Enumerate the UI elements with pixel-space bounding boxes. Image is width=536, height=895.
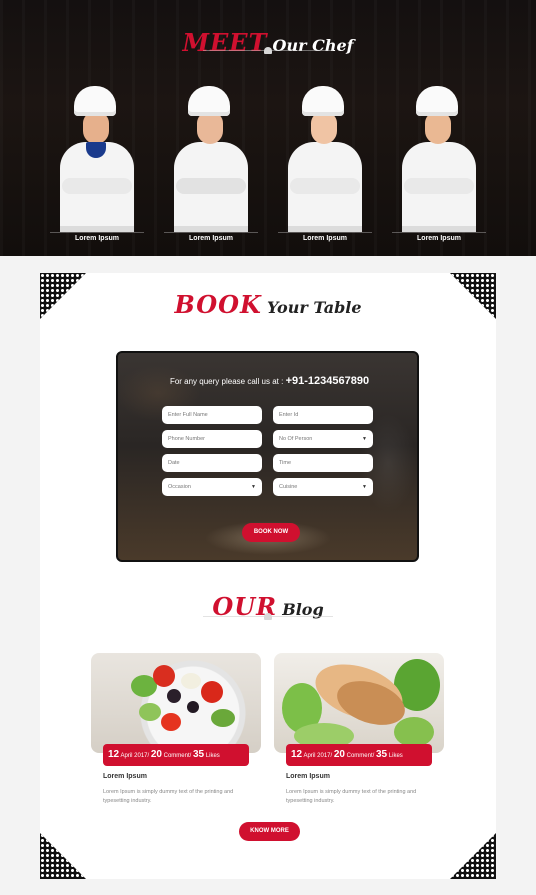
chef-name: Lorem Ipsum <box>392 232 486 242</box>
post-likes-count: 35 <box>192 749 205 760</box>
chef-section: MEET Our Chef Lorem Ipsum Lorem Ipsum Lo… <box>0 0 536 256</box>
chef-photo <box>50 82 144 232</box>
chef-card[interactable]: Lorem Ipsum <box>392 82 486 244</box>
persons-placeholder: No Of Person <box>279 436 313 442</box>
full-name-input[interactable]: Enter Full Name <box>162 406 262 424</box>
cuisine-placeholder: Cuisine <box>279 484 298 490</box>
salad-photo <box>91 653 261 753</box>
chef-name: Lorem Ipsum <box>278 232 372 242</box>
post-excerpt: Lorem Ipsum is simply dummy text of the … <box>286 789 417 804</box>
booking-title-highlight: BOOK <box>174 290 262 319</box>
occasion-select[interactable]: Occasion ▼ <box>162 478 262 496</box>
post-likes-count: 35 <box>375 749 388 760</box>
post-comments-count: 20 <box>333 749 345 760</box>
chef-card[interactable]: Lorem Ipsum <box>278 82 372 244</box>
post-likes-label: Likes <box>388 753 403 759</box>
chef-name: Lorem Ipsum <box>50 232 144 242</box>
booking-form: For any query please call us at : +91-12… <box>116 351 419 562</box>
post-meta-bar: 12 April 2017/ 20 Comment/ 35 Likes <box>103 744 249 766</box>
date-input[interactable]: Date <box>162 454 262 472</box>
date-placeholder: Date <box>168 460 180 466</box>
chef-title-divider <box>203 46 333 56</box>
time-input[interactable]: Time <box>273 454 373 472</box>
post-month-year: April 2017/ <box>120 753 150 759</box>
post-title[interactable]: Lorem Ipsum <box>103 773 147 780</box>
caret-down-icon: ▼ <box>251 484 256 490</box>
cloche-icon <box>264 613 272 620</box>
know-more-button[interactable]: KNOW MORE <box>239 822 300 841</box>
post-likes-label: Likes <box>205 753 220 759</box>
chef-photo <box>164 82 258 232</box>
booking-query-line: For any query please call us at : +91-12… <box>118 375 417 387</box>
post-comments-label: Comment/ <box>346 753 375 759</box>
full-name-placeholder: Enter Full Name <box>168 412 208 418</box>
post-comments-label: Comment/ <box>163 753 192 759</box>
chef-card[interactable]: Lorem Ipsum <box>50 82 144 244</box>
booking-phone[interactable]: +91-1234567890 <box>286 375 370 387</box>
email-input[interactable]: Enter Id <box>273 406 373 424</box>
caret-down-icon: ▼ <box>362 436 367 442</box>
chef-name: Lorem Ipsum <box>164 232 258 242</box>
booking-section-title: BOOK Your Table <box>0 290 536 319</box>
chef-card[interactable]: Lorem Ipsum <box>164 82 258 244</box>
post-excerpt: Lorem Ipsum is simply dummy text of the … <box>103 789 234 804</box>
post-title[interactable]: Lorem Ipsum <box>286 773 330 780</box>
persons-select[interactable]: No Of Person ▼ <box>273 430 373 448</box>
occasion-placeholder: Occasion <box>168 484 191 490</box>
book-now-button[interactable]: BOOK NOW <box>242 523 300 542</box>
booking-query-text: For any query please call us at : <box>169 377 286 386</box>
phone-placeholder: Phone Number <box>168 436 205 442</box>
blog-title-divider <box>203 612 333 622</box>
cloche-icon <box>264 47 272 54</box>
post-month-year: April 2017/ <box>303 753 333 759</box>
email-placeholder: Enter Id <box>279 412 299 418</box>
time-placeholder: Time <box>279 460 292 466</box>
post-day: 12 <box>291 749 303 760</box>
post-comments-count: 20 <box>150 749 162 760</box>
chicken-photo <box>274 653 444 753</box>
booking-title-rest: Your Table <box>266 298 362 317</box>
chef-photo <box>278 82 372 232</box>
post-meta-bar: 12 April 2017/ 20 Comment/ 35 Likes <box>286 744 432 766</box>
phone-input[interactable]: Phone Number <box>162 430 262 448</box>
caret-down-icon: ▼ <box>362 484 367 490</box>
chef-photo <box>392 82 486 232</box>
post-day: 12 <box>108 749 120 760</box>
cuisine-select[interactable]: Cuisine ▼ <box>273 478 373 496</box>
